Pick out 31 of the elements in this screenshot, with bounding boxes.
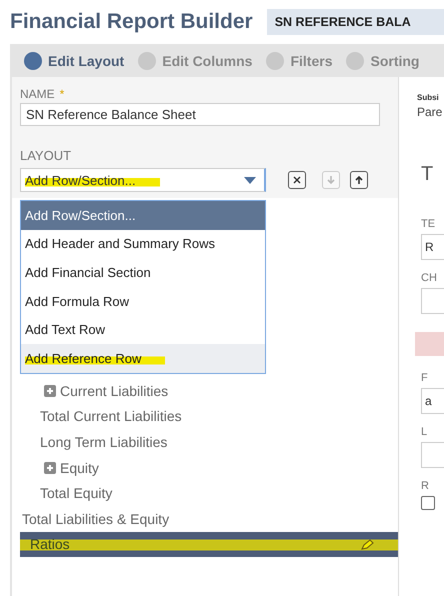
expand-icon[interactable] [44, 384, 56, 397]
text-field[interactable] [421, 442, 444, 468]
panel-heading: T [421, 163, 434, 186]
menu-option[interactable]: Add Row/Section... [21, 201, 265, 230]
tree-row[interactable]: Ratios [20, 532, 398, 558]
page-title: Financial Report Builder [10, 10, 253, 34]
down-arrow-icon [326, 175, 336, 185]
layout-label: LAYOUT [20, 148, 72, 163]
field-label: R [421, 480, 430, 492]
pencil-icon[interactable] [360, 538, 374, 551]
up-arrow-icon [354, 175, 364, 185]
dropdown-caret-icon [244, 176, 256, 184]
name-label: NAME * [20, 87, 66, 101]
close-icon [292, 175, 302, 185]
field-label: L [421, 426, 428, 438]
expand-icon[interactable] [44, 462, 56, 474]
field-label: F [421, 372, 429, 384]
field-label: TE [421, 218, 436, 230]
remove-button[interactable] [288, 171, 306, 189]
subsidiary-value: Pare [417, 105, 442, 119]
checkbox[interactable] [421, 496, 435, 510]
subsidiary-label: Subsi [417, 93, 440, 102]
move-up-button[interactable] [350, 171, 368, 189]
record-name-badge: SN REFERENCE BALA [266, 9, 444, 35]
name-field[interactable]: SN Reference Balance Sheet [20, 103, 380, 126]
step-tab[interactable]: Edit Layout [24, 52, 124, 70]
error-notice [415, 332, 444, 356]
field-label: CH [421, 272, 438, 284]
text-field[interactable]: a [421, 388, 444, 414]
text-field[interactable]: R [421, 234, 444, 260]
text-field[interactable] [421, 288, 444, 314]
